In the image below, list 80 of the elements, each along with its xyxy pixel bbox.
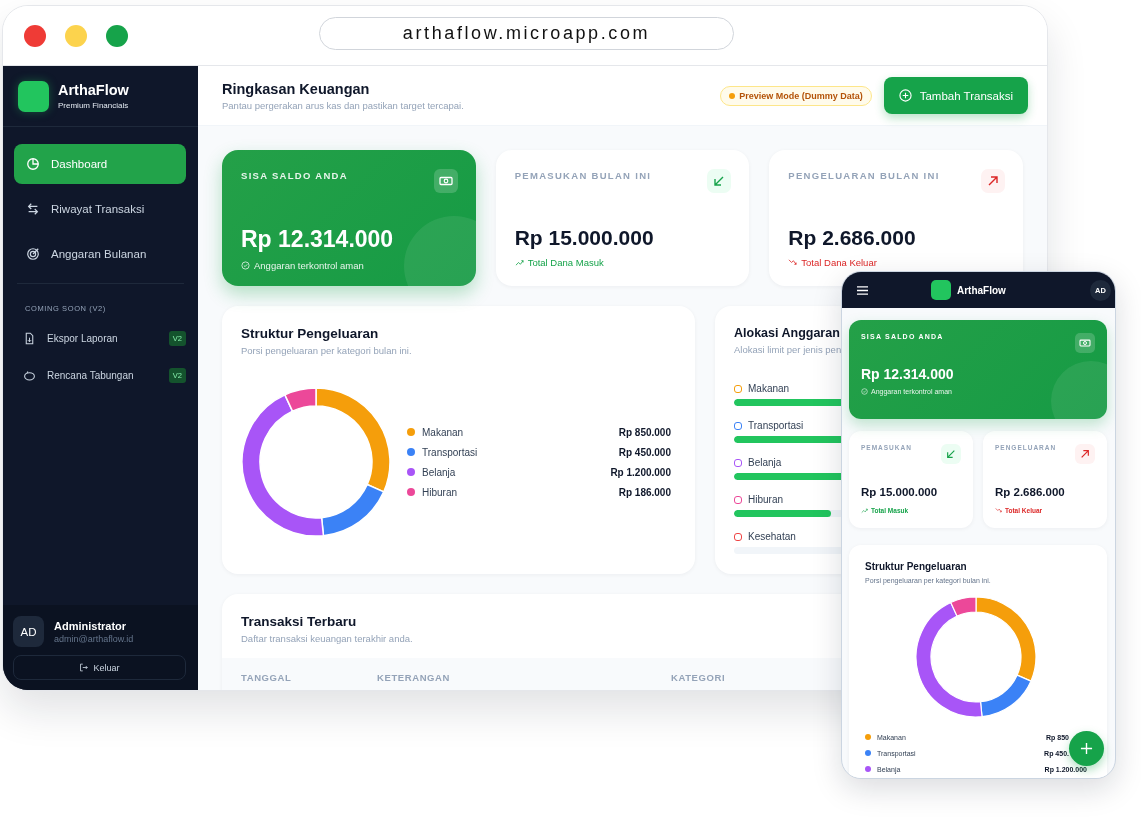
minimize-dot[interactable] — [65, 24, 87, 47]
card-title: Struktur Pengeluaran — [865, 561, 968, 572]
stat-note: Total Dana Masuk — [527, 257, 604, 268]
card-title: Transaksi Terbaru — [241, 614, 357, 629]
card-title: Alokasi Anggaran — [734, 326, 840, 340]
page-title: Ringkasan Keuangan — [222, 80, 371, 97]
budget-label: Makanan — [748, 383, 790, 394]
logo-square-icon — [18, 80, 49, 112]
stat-note: Total Dana Keluar — [801, 257, 877, 268]
brand-name: ArthaFlow — [58, 82, 129, 98]
legend-label: Belanja — [422, 466, 457, 478]
legend-label: Hiburan — [422, 486, 459, 498]
stat-label: PENGELUARAN BULAN INI — [788, 170, 940, 181]
arrow-up-right-icon — [981, 169, 1005, 193]
legend-amount: Rp 186.000 — [618, 486, 671, 498]
trend-up-icon — [514, 258, 524, 267]
nav-item[interactable]: Riwayat Transaksi — [14, 189, 186, 229]
preview-badge: Preview Mode (Dummy Data) — [720, 85, 872, 106]
category-icon — [734, 495, 742, 504]
column-header: KETERANGAN — [377, 671, 452, 683]
pie-chart-icon — [26, 157, 40, 171]
stat-value: Rp 12.314.000 — [861, 366, 955, 382]
cash-icon — [433, 169, 458, 193]
legend-amount: Rp 1.200.000 — [610, 466, 671, 478]
nav-label: Ekspor Laporan — [47, 332, 119, 344]
maximize-dot[interactable] — [106, 24, 128, 47]
user-name: Administrator — [54, 619, 128, 632]
trend-up-icon — [861, 507, 868, 514]
check-circle-icon — [861, 388, 868, 395]
plus-icon — [1080, 742, 1093, 755]
budget-label: Belanja — [748, 457, 782, 468]
arrow-down-left-icon — [941, 444, 961, 464]
category-icon — [734, 532, 742, 541]
file-icon — [23, 331, 36, 345]
nav-label: Rencana Tabungan — [47, 369, 135, 381]
brand-name: ArthaFlow — [957, 284, 1006, 296]
column-header: KATEGORI — [671, 671, 727, 683]
card-subtitle: Daftar transaksi keuangan terakhir anda. — [241, 633, 414, 644]
stat-value: Rp 15.000.000 — [514, 226, 655, 250]
stat-value: Rp 2.686.000 — [788, 226, 917, 250]
close-dot[interactable] — [24, 24, 46, 47]
user-email: admin@arthaflow.id — [54, 633, 134, 644]
cash-icon — [1075, 333, 1095, 353]
budget-label: Kesehatan — [748, 531, 796, 542]
card-subtitle: Alokasi limit per jenis pen — [734, 344, 843, 355]
logout-button[interactable]: Keluar — [13, 655, 186, 680]
piggy-bank-icon — [23, 368, 36, 382]
stat-value: Rp 2.686.000 — [995, 486, 1066, 498]
brand-tagline: Premium Financials — [58, 101, 129, 110]
page-subtitle: Pantau pergerakan arus kas dan pastikan target tercapai. — [222, 99, 464, 111]
card-title: Struktur Pengeluaran — [241, 326, 379, 341]
legend-amount: Rp 850.000 — [618, 426, 671, 438]
category-icon — [734, 384, 742, 393]
arrow-up-right-icon — [1075, 444, 1095, 464]
nav-item[interactable]: Anggaran Bulanan — [14, 234, 186, 274]
budget-label: Hiburan — [748, 494, 784, 505]
plus-circle-icon — [898, 89, 912, 102]
trend-down-icon — [995, 507, 1002, 514]
stat-value: Rp 15.000.000 — [861, 486, 939, 498]
budget-label: Transportasi — [748, 420, 804, 431]
category-icon — [734, 421, 742, 430]
logo-square-icon — [931, 280, 951, 300]
arrow-down-left-icon — [707, 169, 732, 193]
legend-label: Transportasi — [422, 446, 479, 458]
check-circle-icon — [241, 261, 250, 270]
legend-amount: Rp 450.000 — [618, 446, 671, 458]
stat-label: PEMASUKAN BULAN INI — [514, 170, 652, 181]
logout-icon — [79, 663, 89, 672]
swap-arrows-icon — [26, 202, 40, 216]
target-icon — [26, 247, 40, 261]
card-subtitle: Porsi pengeluaran per kategori bulan ini. — [241, 345, 413, 356]
stat-value: Rp 12.314.000 — [241, 226, 395, 253]
stat-note: Anggaran terkontrol aman — [254, 260, 364, 271]
legend-label: Makanan — [422, 426, 465, 438]
menu-icon[interactable] — [856, 284, 869, 296]
stat-label: SISA SALDO ANDA — [241, 170, 348, 181]
column-header: TANGGAL — [241, 671, 293, 683]
trend-down-icon — [788, 258, 798, 267]
user-avatar: AD — [13, 616, 44, 647]
category-icon — [734, 458, 742, 467]
